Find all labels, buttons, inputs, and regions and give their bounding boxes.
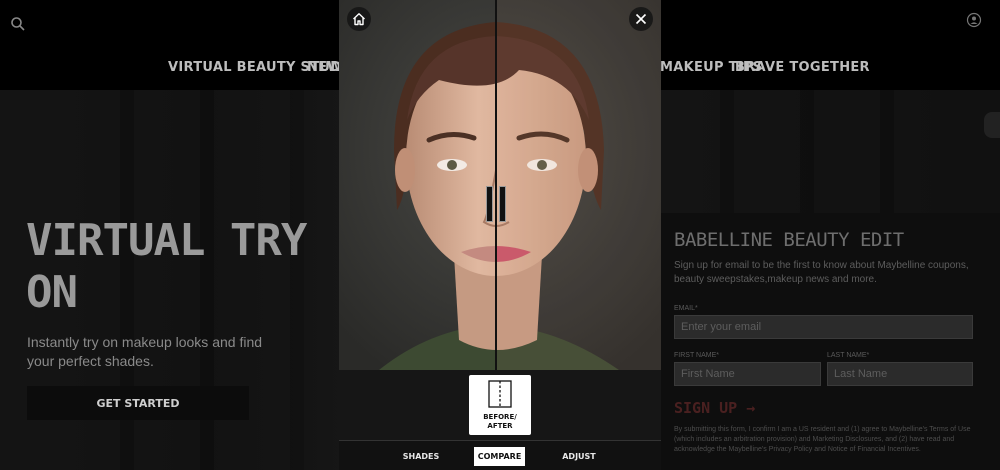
tab-bar: SHADES COMPARE ADJUST (339, 440, 661, 470)
hero-subtitle: Instantly try on makeup looks and find y… (27, 334, 263, 369)
before-after-button[interactable]: BEFORE/ AFTER (469, 375, 531, 435)
carousel-next-icon[interactable] (984, 112, 1000, 138)
sign-up-button[interactable]: SIGN UP → (674, 399, 755, 417)
home-button[interactable] (347, 7, 371, 31)
hero-title: VIRTUAL TRY ON (26, 215, 307, 318)
tab-compare[interactable]: COMPARE (474, 447, 525, 466)
split-compare-icon (488, 380, 512, 408)
before-after-label: BEFORE/ AFTER (483, 413, 517, 430)
compare-divider[interactable] (495, 0, 497, 370)
tab-shades[interactable]: SHADES (397, 447, 445, 466)
nav-item-new[interactable]: NEW (307, 60, 342, 75)
home-icon (353, 13, 365, 26)
first-name-field[interactable]: First Name (674, 362, 821, 386)
nav-item-brave-together[interactable]: BRAVE TOGETHER (735, 60, 870, 75)
close-icon (635, 13, 647, 25)
get-started-button[interactable]: GET STARTED (27, 386, 249, 420)
legal-disclaimer: By submitting this form, I confirm I am … (674, 426, 971, 453)
newsletter-description: Sign up for email to be the first to kno… (674, 260, 969, 285)
drag-handle-icon[interactable] (486, 186, 506, 222)
try-on-modal: BEFORE/ AFTER SHADES COMPARE ADJUST (339, 0, 661, 470)
last-name-field[interactable]: Last Name (827, 362, 973, 386)
email-label: EMAIL* (674, 305, 698, 312)
newsletter-title: BABELLINE BEAUTY EDIT (674, 229, 904, 251)
account-icon[interactable] (966, 12, 982, 28)
search-icon[interactable] (10, 16, 26, 32)
first-name-label: FIRST NAME* (674, 352, 719, 359)
tool-area: BEFORE/ AFTER (339, 370, 661, 440)
tab-adjust[interactable]: ADJUST (555, 447, 603, 466)
last-name-label: LAST NAME* (827, 352, 870, 359)
newsletter-form: BABELLINE BEAUTY EDIT Sign up for email … (661, 213, 1000, 470)
close-button[interactable] (629, 7, 653, 31)
face-preview-image[interactable] (339, 0, 661, 370)
page: VIRTUAL BEAUTY STUDIO NEW MAKEUP TIPS BR… (0, 0, 1000, 470)
email-field[interactable]: Enter your email (674, 315, 973, 339)
